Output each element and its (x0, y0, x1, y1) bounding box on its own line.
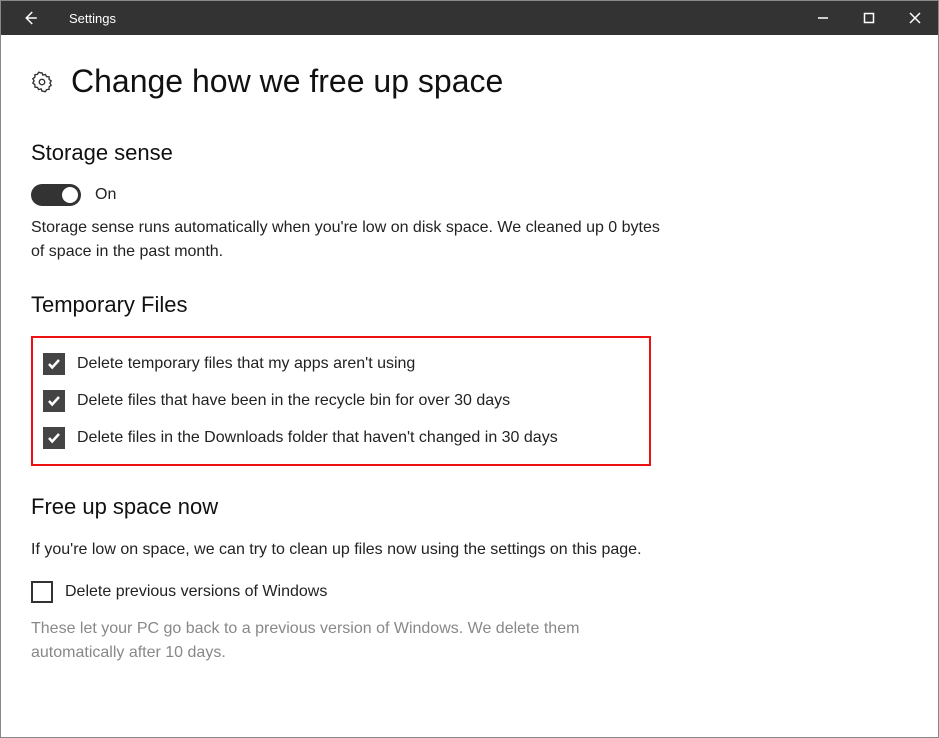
storage-sense-heading: Storage sense (31, 140, 671, 166)
checkbox-row: Delete files that have been in the recyc… (43, 389, 631, 412)
titlebar: Settings (1, 1, 938, 35)
free-up-now-heading: Free up space now (31, 494, 671, 520)
checkbox-label: Delete files in the Downloads folder tha… (77, 426, 558, 449)
close-icon (909, 12, 921, 24)
checkbox-delete-recycle-bin[interactable] (43, 390, 65, 412)
check-icon (47, 357, 61, 371)
storage-sense-section: Storage sense On Storage sense runs auto… (31, 140, 671, 264)
storage-sense-toggle-label: On (95, 186, 116, 204)
checkbox-row: Delete previous versions of Windows (31, 580, 671, 603)
free-up-now-footnote: These let your PC go back to a previous … (31, 617, 671, 665)
close-button[interactable] (892, 1, 938, 35)
content-area: Change how we free up space Storage sens… (1, 35, 938, 675)
minimize-button[interactable] (800, 1, 846, 35)
maximize-icon (863, 12, 875, 24)
check-icon (47, 431, 61, 445)
check-icon (47, 394, 61, 408)
temporary-files-highlight: Delete temporary files that my apps aren… (31, 336, 651, 466)
storage-sense-toggle-row: On (31, 184, 671, 206)
checkbox-label: Delete previous versions of Windows (65, 580, 327, 603)
storage-sense-toggle[interactable] (31, 184, 81, 206)
temporary-files-section: Temporary Files Delete temporary files t… (31, 292, 671, 466)
checkbox-row: Delete files in the Downloads folder tha… (43, 426, 631, 449)
checkbox-delete-downloads[interactable] (43, 427, 65, 449)
temporary-files-heading: Temporary Files (31, 292, 671, 318)
page-title: Change how we free up space (71, 63, 503, 100)
checkbox-label: Delete files that have been in the recyc… (77, 389, 510, 412)
maximize-button[interactable] (846, 1, 892, 35)
back-button[interactable] (1, 1, 59, 35)
checkbox-delete-previous-windows[interactable] (31, 581, 53, 603)
storage-sense-description: Storage sense runs automatically when yo… (31, 216, 671, 264)
checkbox-row: Delete temporary files that my apps aren… (43, 352, 631, 375)
back-arrow-icon (21, 9, 39, 27)
minimize-icon (817, 12, 829, 24)
toggle-knob (62, 187, 78, 203)
checkbox-delete-temp-files[interactable] (43, 353, 65, 375)
free-up-now-description: If you're low on space, we can try to cl… (31, 538, 671, 562)
gear-icon (31, 71, 53, 93)
checkbox-label: Delete temporary files that my apps aren… (77, 352, 415, 375)
window-title: Settings (59, 1, 130, 35)
free-up-now-section: Free up space now If you're low on space… (31, 494, 671, 665)
page-header: Change how we free up space (31, 63, 908, 100)
titlebar-spacer (130, 1, 800, 35)
